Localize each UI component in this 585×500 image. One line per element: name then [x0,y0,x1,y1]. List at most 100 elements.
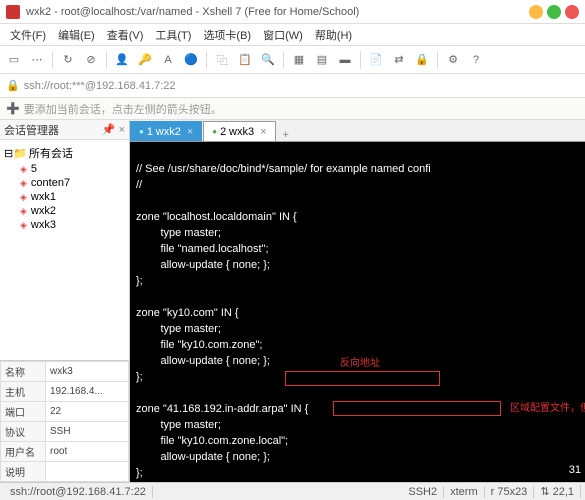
separator [106,51,107,69]
term-line: type master; [136,419,221,431]
lock-icon[interactable]: 🔒 [412,50,432,70]
hint-text: 要添加当前会话，点击左侧的箭头按钮。 [24,101,222,117]
term-line: // See /usr/share/doc/bind*/sample/ for … [136,163,431,175]
tab-label: wxk3 [229,126,254,138]
pin-icon[interactable]: 📌 × [102,123,125,136]
session-item[interactable]: ◈ wxk1 [2,190,127,204]
prop-val: wxk3 [46,362,129,382]
menu-file[interactable]: 文件(F) [4,25,52,45]
session-item[interactable]: ◈5 [2,162,127,176]
color-icon[interactable]: 🔵 [181,50,201,70]
term-cursor-pos: 31 [569,463,581,478]
status-protocol: SSH2 [402,486,444,498]
session-label: wxk3 [31,219,56,231]
menu-tab[interactable]: 选项卡(B) [197,25,257,45]
tab-wxk2[interactable]: ● 1 wxk2 × [130,121,202,141]
font-icon[interactable]: A [158,50,178,70]
separator [437,51,438,69]
layout-icon[interactable]: ▦ [289,50,309,70]
tab-status-icon: ● [139,127,144,136]
menu-tools[interactable]: 工具(T) [149,25,197,45]
separator [283,51,284,69]
term-line: type master; [136,323,221,335]
close-icon[interactable] [565,5,579,19]
session-icon: ◈ [20,192,27,203]
transfer-icon[interactable]: ⇄ [389,50,409,70]
search-icon[interactable]: 🔍 [258,50,278,70]
main-area: 会话管理器 📌 × ⊟ 📁 所有会话 ◈5 ◈conten7 ◈wxk1 ◈wx… [0,120,585,482]
address-bar[interactable]: 🔒 ssh://root:***@192.168.41.7:22 [0,74,585,98]
prop-row: 协议SSH [1,422,129,442]
properties-table: 名称wxk3 主机192.168.4... 端口22 协议SSH 用户名root… [0,361,129,482]
session-item[interactable]: ◈ wxk3 [2,218,127,232]
term-line: }; [136,371,143,383]
tab-num: 1 [147,126,153,138]
toolbar: ▭ ⋯ ↻ ⊘ 👤 🔑 A 🔵 ⿻ 📋 🔍 ▦ ▤ ▬ 📄 ⇄ 🔒 ⚙ ? [0,46,585,74]
reconnect-icon[interactable]: ↻ [58,50,78,70]
status-position: ⇅ 22,1 [534,485,581,498]
menu-bar: 文件(F) 编辑(E) 查看(V) 工具(T) 选项卡(B) 窗口(W) 帮助(… [0,24,585,46]
term-line: }; [136,467,143,479]
collapse-icon[interactable]: ⊟ [4,147,13,160]
session-icon: ◈ [20,206,27,217]
session-icon: ◈ [20,178,27,189]
tab-add-button[interactable]: + [277,129,295,141]
script-icon[interactable]: 📄 [366,50,386,70]
tab-label: wxk2 [156,126,181,138]
status-term-type: xterm [444,486,485,498]
term-line: type master; [136,227,221,239]
term-line: file "ky10.com.zone"; [136,339,262,351]
sidebar-title-bar: 会话管理器 📌 × [0,120,129,140]
prop-row: 名称wxk3 [1,362,129,382]
prop-row: 主机192.168.4... [1,382,129,402]
term-line: allow-update { none; }; [136,355,270,367]
disconnect-icon[interactable]: ⊘ [81,50,101,70]
key-icon[interactable]: 🔑 [135,50,155,70]
minimize-icon[interactable] [529,5,543,19]
folder-icon: 📁 [13,147,27,160]
prop-row: 用户名root [1,442,129,462]
session-item[interactable]: ◈ conten7 [2,176,127,190]
sidebar: 会话管理器 📌 × ⊟ 📁 所有会话 ◈5 ◈conten7 ◈wxk1 ◈wx… [0,120,130,482]
term-line: // [136,179,142,191]
menu-edit[interactable]: 编辑(E) [52,25,101,45]
tab-close-icon[interactable]: × [260,126,266,138]
tree-root[interactable]: ⊟ 📁 所有会话 [2,144,127,162]
tree-root-label: 所有会话 [29,145,73,161]
session-tree: ⊟ 📁 所有会话 ◈5 ◈conten7 ◈wxk1 ◈wxk2 ◈wxk3 [0,140,129,360]
prop-row: 端口22 [1,402,129,422]
maximize-icon[interactable] [547,5,561,19]
session-label: 5 [31,163,37,175]
new-session-icon[interactable]: ▭ [4,50,24,70]
menu-window[interactable]: 窗口(W) [257,25,309,45]
terminal[interactable]: // See /usr/share/doc/bind*/sample/ for … [130,142,585,482]
profile-icon[interactable]: 👤 [112,50,132,70]
annotation-label: 反向地址 [340,356,380,371]
grid-icon[interactable]: ▤ [312,50,332,70]
prop-key: 说明 [1,462,46,482]
menu-view[interactable]: 查看(V) [101,25,150,45]
window-title: wxk2 - root@localhost:/var/named - Xshel… [26,6,525,18]
plus-icon[interactable]: ➕ [6,102,20,115]
session-icon: ◈ [20,220,27,231]
prop-val: 22 [46,402,129,422]
session-item[interactable]: ◈wxk2 [2,204,127,218]
hint-bar: ➕ 要添加当前会话，点击左侧的箭头按钮。 [0,98,585,120]
menu-help[interactable]: 帮助(H) [309,25,358,45]
tab-close-icon[interactable]: × [187,126,193,138]
paste-icon[interactable]: 📋 [235,50,255,70]
settings-icon[interactable]: ⚙ [443,50,463,70]
copy-icon[interactable]: ⿻ [212,50,232,70]
prop-key: 协议 [1,422,46,442]
session-label: wxk1 [31,191,56,203]
prop-val: SSH [46,422,129,442]
tab-wxk3[interactable]: ● 2 wxk3 × [203,121,275,141]
open-icon[interactable]: ⋯ [27,50,47,70]
help-icon[interactable]: ? [466,50,486,70]
tab-num: 2 [220,126,226,138]
prop-key: 端口 [1,402,46,422]
terminal-icon[interactable]: ▬ [335,50,355,70]
status-bar: ssh://root@192.168.41.7:22 SSH2 xterm r … [0,482,585,500]
prop-val [46,462,129,482]
session-label: conten7 [31,177,70,189]
